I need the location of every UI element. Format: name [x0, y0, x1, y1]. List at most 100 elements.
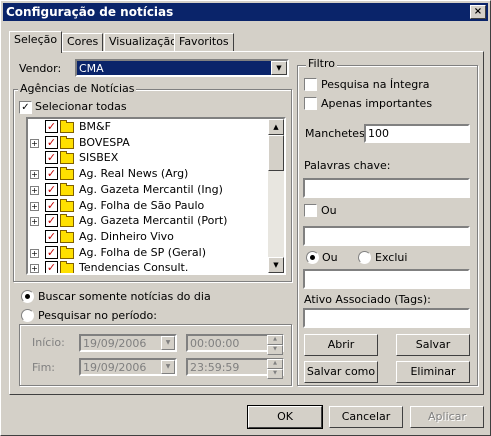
today-label: Buscar somente notícias do dia — [38, 290, 211, 303]
keywords-field-1[interactable] — [303, 178, 470, 198]
dialog-window: Configuração de notícias × Seleção Cores… — [0, 0, 491, 436]
cancel-button[interactable]: Cancelar — [329, 406, 403, 428]
asset-field[interactable] — [303, 308, 470, 328]
tree-item-label: Ag. Dinheiro Vivo — [79, 229, 174, 243]
expand-icon[interactable]: + — [30, 201, 39, 211]
tree-item-checkbox[interactable]: ✓ — [45, 229, 58, 243]
folder-icon — [60, 182, 74, 196]
tree-item-checkbox[interactable]: ✓ — [45, 245, 58, 259]
scroll-down-icon[interactable]: ▼ — [268, 257, 284, 273]
ok-button[interactable]: OK — [247, 405, 323, 429]
expand-icon[interactable]: + — [30, 217, 39, 227]
tree-item-label: Ag. Gazeta Mercantil (Port) — [79, 214, 228, 228]
or-label: Ou — [321, 204, 337, 217]
open-button[interactable]: Abrir — [304, 334, 378, 356]
headlines-label: Manchetes — [305, 127, 365, 140]
title-bar: Configuração de notícias × — [3, 3, 488, 21]
full-search-checkbox[interactable] — [304, 78, 317, 91]
tab-favoritos[interactable]: Favoritos — [174, 33, 234, 53]
tree-item-label: Ag. Folha de São Paulo — [79, 198, 205, 212]
vendor-select[interactable]: CMA ▼ — [75, 59, 289, 77]
or-checkbox[interactable] — [304, 204, 317, 217]
folder-icon — [60, 245, 74, 259]
end-time-value: 23:59:59 — [190, 361, 240, 374]
range-radio[interactable] — [21, 309, 34, 322]
window-title: Configuração de notícias — [6, 5, 174, 19]
tree-item-label: Tendencias Consult. — [79, 261, 189, 275]
tree-item-checkbox[interactable]: ✓ — [45, 167, 58, 181]
scroll-up-icon[interactable]: ▲ — [268, 119, 284, 135]
tree-item-label: BOVESPA — [79, 135, 130, 149]
asset-label: Ativo Associado (Tags): — [304, 293, 431, 306]
headlines-value: 100 — [368, 127, 389, 140]
tree-item-checkbox[interactable]: ✓ — [45, 135, 58, 149]
important-only-checkbox[interactable] — [304, 97, 317, 110]
end-date-dropdown-icon[interactable]: ▼ — [161, 360, 175, 374]
range-label: Pesquisar no período: — [38, 309, 157, 322]
filter-group-label: Filtro — [306, 57, 337, 70]
tab-visualizacao[interactable]: Visualização — [104, 33, 182, 53]
expand-icon[interactable]: + — [30, 170, 39, 180]
tree-item-checkbox[interactable]: ✓ — [45, 120, 58, 133]
start-time-spinner[interactable]: ▲ ▼ — [267, 335, 283, 355]
tree-item[interactable]: + ✓ Ag. Real News (Arg) — [28, 166, 264, 182]
end-time-spinner[interactable]: ▲ ▼ — [267, 359, 283, 379]
folder-icon — [60, 135, 74, 149]
vendor-value: CMA — [79, 62, 104, 75]
start-label: Início: — [32, 336, 65, 349]
tree-scrollbar[interactable]: ▲ ▼ — [268, 119, 284, 273]
save-button[interactable]: Salvar — [396, 334, 470, 356]
full-search-label: Pesquisa na Íntegra — [321, 78, 430, 91]
expand-icon[interactable]: + — [30, 264, 39, 273]
chevron-down-icon[interactable]: ▼ — [271, 61, 287, 75]
or-radio-label: Ou — [322, 251, 338, 264]
select-all-label: Selecionar todas — [35, 100, 127, 113]
select-all-checkbox[interactable]: ✓ — [19, 101, 32, 114]
tree-item[interactable]: + ✓ Tendencias Consult. — [28, 260, 264, 275]
tree-item-label: SISBEX — [79, 151, 119, 165]
tree-item-label: Ag. Folha de SP (Geral) — [79, 245, 206, 259]
headlines-field[interactable]: 100 — [364, 124, 470, 143]
apply-button[interactable]: Aplicar — [410, 406, 484, 428]
delete-button[interactable]: Eliminar — [396, 361, 470, 383]
tree-item[interactable]: ✓ SISBEX — [28, 150, 264, 166]
tree-item-checkbox[interactable]: ✓ — [45, 151, 58, 165]
tree-item-checkbox[interactable]: ✓ — [45, 182, 58, 196]
folder-icon — [60, 151, 74, 165]
today-radio[interactable] — [21, 290, 34, 303]
tree-item[interactable]: + ✓ Ag. Folha de São Paulo — [28, 198, 264, 214]
end-date-value: 19/09/2006 — [83, 361, 147, 374]
tree-item-checkbox[interactable]: ✓ — [45, 198, 58, 212]
tree-item[interactable]: ✓ Ag. Dinheiro Vivo — [28, 229, 264, 245]
folder-icon — [60, 261, 74, 273]
start-time-value: 00:00:00 — [190, 337, 240, 350]
tree-item-label: BM&F — [79, 120, 111, 133]
tab-cores[interactable]: Cores — [62, 33, 104, 53]
expand-icon[interactable]: + — [30, 248, 39, 258]
tree-item[interactable]: ✓ BM&F — [28, 119, 264, 135]
agencies-tree: ✓ BM&F + ✓ BOVESPA ✓ SISBEX + ✓ Ag. Real News (Ar… — [26, 117, 286, 275]
exclude-radio[interactable] — [358, 251, 371, 264]
vendor-label: Vendor: — [19, 62, 62, 75]
start-date-dropdown-icon[interactable]: ▼ — [161, 336, 175, 350]
folder-icon — [60, 167, 74, 181]
tree-item[interactable]: + ✓ Ag. Folha de SP (Geral) — [28, 245, 264, 261]
expand-icon[interactable]: + — [30, 185, 39, 195]
end-label: Fim: — [32, 361, 56, 374]
save-as-button[interactable]: Salvar como — [304, 361, 378, 383]
tab-selecao[interactable]: Seleção — [9, 31, 63, 53]
expand-icon[interactable]: + — [30, 138, 39, 148]
keywords-field-3[interactable] — [303, 269, 470, 289]
close-button[interactable]: × — [470, 5, 486, 19]
tree-item[interactable]: + ✓ Ag. Gazeta Mercantil (Ing) — [28, 182, 264, 198]
exclude-radio-label: Exclui — [375, 251, 408, 264]
tree-item[interactable]: + ✓ Ag. Gazeta Mercantil (Port) — [28, 213, 264, 229]
keywords-label: Palavras chave: — [304, 159, 391, 172]
tree-item-checkbox[interactable]: ✓ — [45, 214, 58, 228]
folder-icon — [60, 214, 74, 228]
scroll-thumb[interactable] — [268, 135, 284, 171]
or-radio[interactable] — [306, 251, 319, 264]
keywords-field-2[interactable] — [303, 226, 470, 246]
tree-item[interactable]: + ✓ BOVESPA — [28, 135, 264, 151]
tree-item-checkbox[interactable]: ✓ — [45, 261, 58, 273]
